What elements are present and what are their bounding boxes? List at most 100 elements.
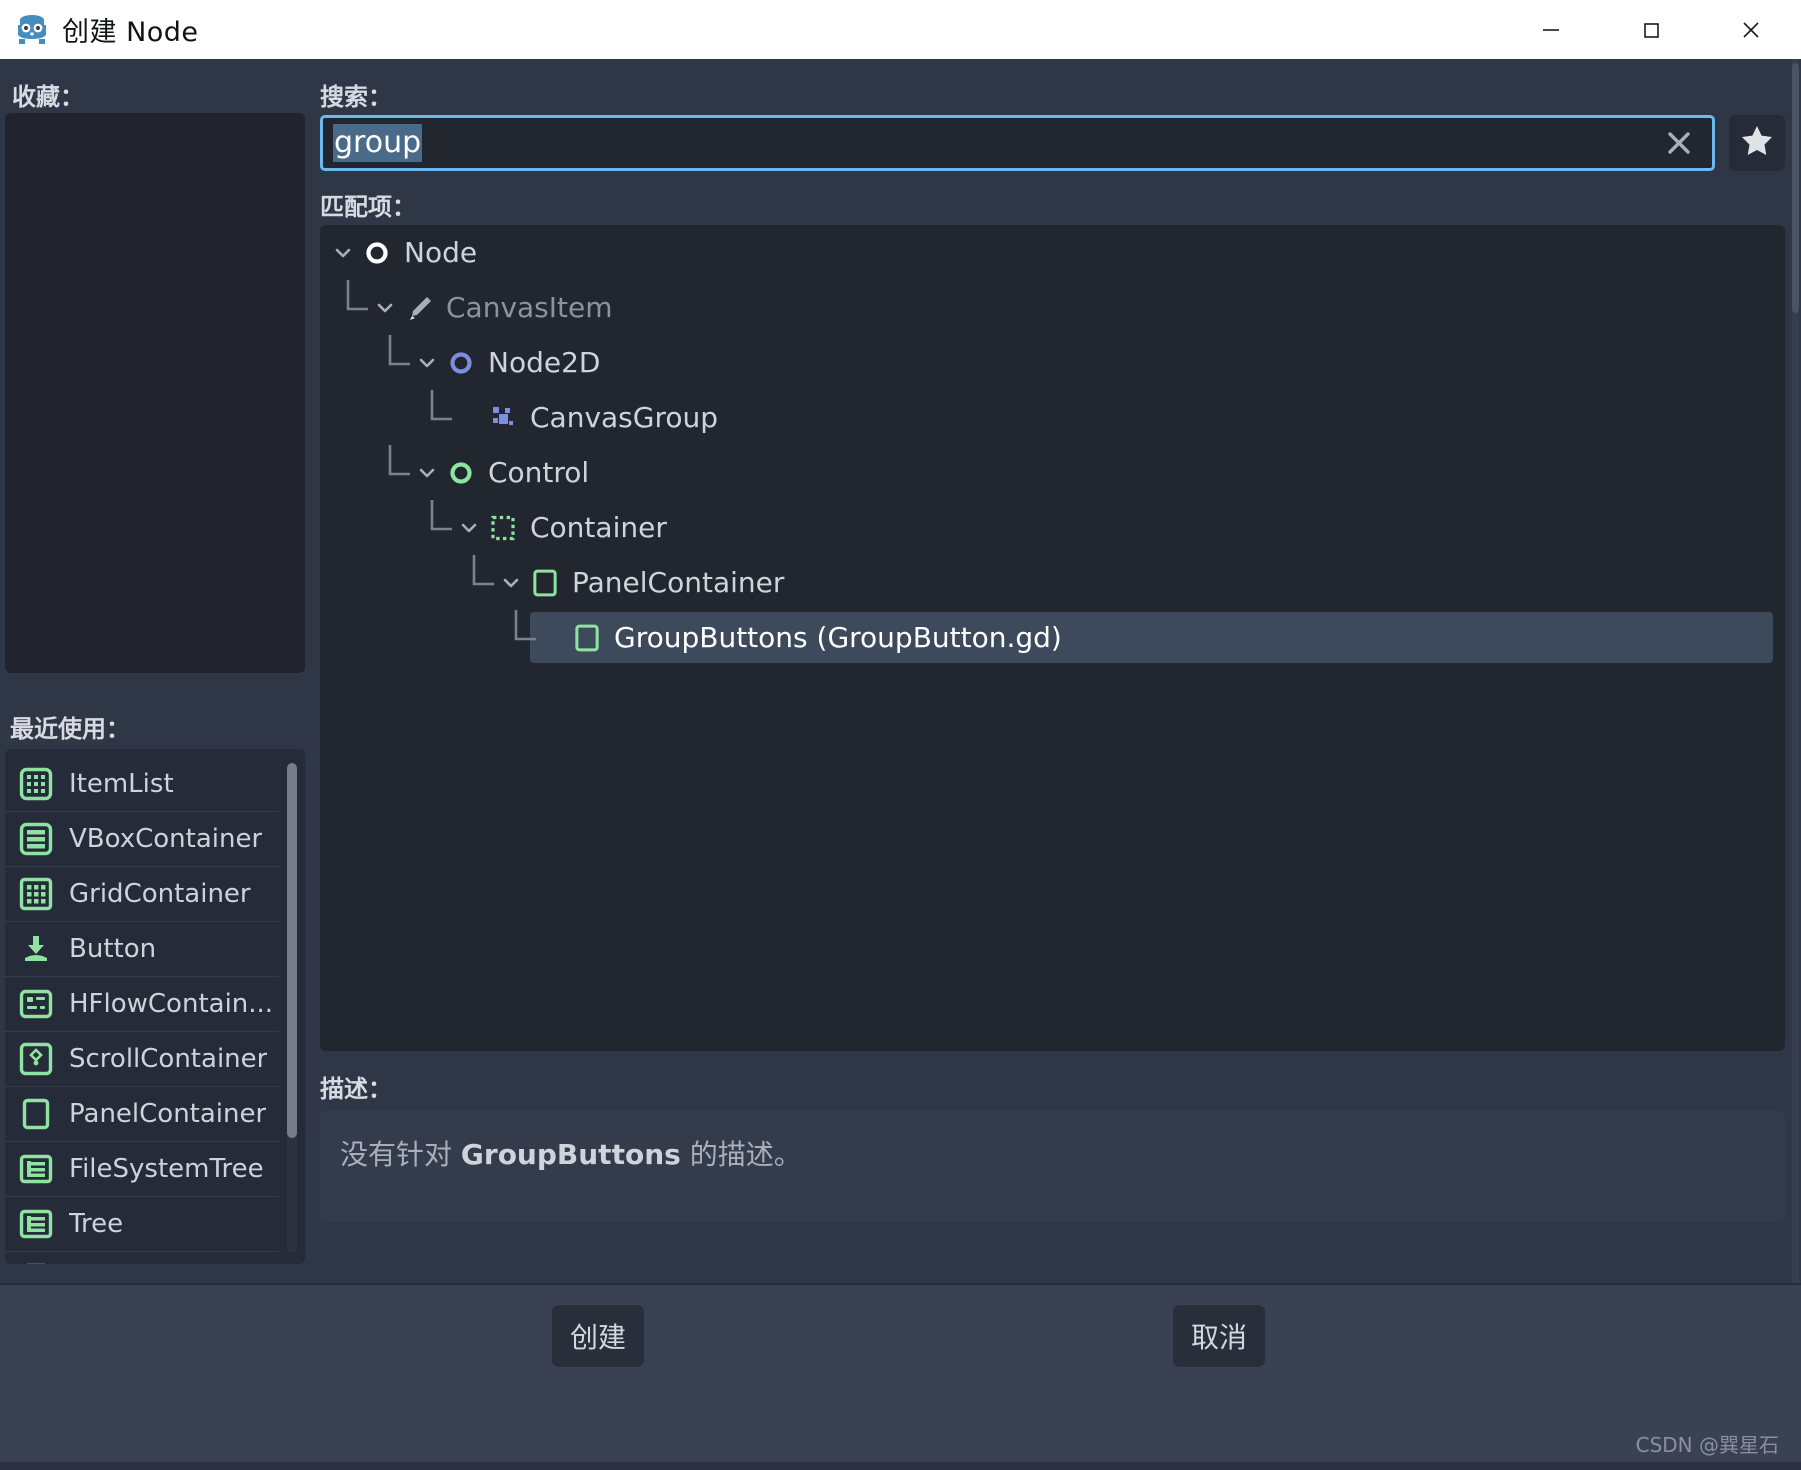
minimize-button[interactable]	[1501, 0, 1601, 59]
cancel-button[interactable]: 取消	[1173, 1305, 1265, 1367]
tree-item-label: PanelContainer	[572, 566, 785, 599]
vboxcontainer-icon	[19, 822, 53, 856]
search-row: group	[320, 115, 1785, 171]
list-item[interactable]: GridContainer	[5, 867, 279, 922]
tree-item[interactable]: CanvasItem	[320, 280, 1785, 335]
tree-item-label: GroupButtons (GroupButton.gd)	[614, 621, 1062, 654]
itemlist-icon	[19, 767, 53, 801]
window-bottom-edge	[0, 1462, 1801, 1470]
matches-label: 匹配项：	[320, 193, 416, 221]
window-title-bar: 创建 Node	[0, 0, 1801, 59]
godot-robot-icon	[16, 14, 48, 45]
recent-list-scrollbar[interactable]	[287, 763, 297, 1253]
recent-label: 最近使用：	[10, 715, 130, 743]
chevron-down-icon[interactable]	[414, 460, 440, 486]
chevron-down-icon[interactable]	[330, 240, 356, 266]
search-label: 搜索：	[320, 83, 392, 111]
list-item[interactable]: FileSystemTree	[5, 1142, 279, 1197]
scrollcontainer-icon	[19, 1042, 53, 1076]
chevron-down-icon[interactable]	[414, 350, 440, 376]
dialog-scrollbar-thumb[interactable]	[1792, 63, 1799, 313]
chevron-down-icon[interactable]	[456, 515, 482, 541]
node2d-circle-blue-icon	[446, 348, 476, 378]
tree-item-label: Node	[404, 236, 478, 269]
tree-icon	[19, 1207, 53, 1241]
list-item-label: GridContainer	[69, 879, 251, 909]
description-text: 没有针对 GroupButtons 的描述。	[340, 1133, 1765, 1173]
tree-item[interactable]: Control	[320, 445, 1785, 500]
panelcontainer-icon	[572, 623, 602, 653]
list-item[interactable]: PanelContainer	[5, 1087, 279, 1142]
tree-item-label: Container	[530, 511, 667, 544]
tree-item-selected[interactable]: GroupButtons (GroupButton.gd)	[320, 610, 1785, 665]
recent-list-scrollbar-thumb[interactable]	[287, 763, 297, 1138]
list-item[interactable]: ScrollContainer	[5, 1032, 279, 1087]
tree-item-label: CanvasItem	[446, 291, 613, 324]
tree-guide-line	[428, 500, 458, 555]
list-item-label: Tree	[69, 1209, 124, 1239]
create-node-dialog: 收藏： 最近使用： ItemList VBoxContainer GridConta…	[0, 59, 1801, 1470]
description-highlight: GroupButtons	[460, 1138, 681, 1171]
search-clear-icon[interactable]	[1664, 128, 1694, 158]
container-dashed-icon	[488, 513, 518, 543]
favorites-list[interactable]	[5, 113, 305, 673]
canvasitem-brush-icon	[404, 293, 434, 323]
list-item[interactable]: HFlowContain...	[5, 977, 279, 1032]
chevron-down-icon[interactable]	[498, 570, 524, 596]
create-button[interactable]: 创建	[552, 1305, 644, 1367]
tree-guide-line	[344, 280, 374, 335]
watermark: CSDN @巽星石	[1635, 1433, 1779, 1457]
description-box: 没有针对 GroupButtons 的描述。	[320, 1111, 1785, 1221]
tree-item-label: Control	[488, 456, 590, 489]
list-item[interactable]: Button	[5, 922, 279, 977]
tree-item[interactable]: Node2D	[320, 335, 1785, 390]
description-label: 描述：	[320, 1075, 392, 1103]
description-prefix: 没有针对	[340, 1138, 461, 1171]
list-item-label: ScrollContainer	[69, 1044, 268, 1074]
maximize-button[interactable]	[1601, 0, 1701, 59]
list-item-label: HFlowContain...	[69, 989, 274, 1019]
matches-tree[interactable]: Node CanvasItem Node2D CanvasGroup Control Co…	[320, 225, 1785, 1051]
panelcontainer-icon	[19, 1262, 53, 1264]
panelcontainer-icon	[19, 1097, 53, 1131]
tree-icon	[19, 1152, 53, 1186]
list-item[interactable]: Tree	[5, 1197, 279, 1252]
panelcontainer-icon	[530, 568, 560, 598]
title-left-group: 创建 Node	[0, 10, 199, 49]
tree-item[interactable]: CanvasGroup	[320, 390, 1785, 445]
tree-guide-line	[512, 610, 542, 665]
search-input[interactable]: group	[320, 115, 1715, 171]
window-title: 创建 Node	[62, 17, 199, 48]
chevron-down-icon[interactable]	[372, 295, 398, 321]
tree-item[interactable]: Container	[320, 500, 1785, 555]
gridcontainer-icon	[19, 877, 53, 911]
list-item[interactable]: ItemList	[5, 757, 279, 812]
tree-guide-line	[386, 335, 416, 390]
hflowcontainer-icon	[19, 987, 53, 1021]
button-icon	[19, 932, 53, 966]
dialog-scrollbar[interactable]	[1789, 59, 1801, 1470]
tree-item-label: CanvasGroup	[530, 401, 719, 434]
list-item-label: FileSystemTree	[69, 1154, 264, 1184]
recent-list[interactable]: ItemList VBoxContainer GridContainer Button…	[5, 749, 305, 1264]
tree-item[interactable]: PanelContainer	[320, 555, 1785, 610]
list-item-label: PanelContainer	[69, 1099, 267, 1129]
list-item-label: Button	[69, 934, 157, 964]
close-button[interactable]	[1701, 0, 1801, 59]
star-icon	[1740, 124, 1774, 162]
tree-guide-line	[428, 390, 458, 445]
tree-item[interactable]: Node	[320, 225, 1785, 280]
tree-twisty-empty	[456, 405, 482, 431]
tree-twisty-empty	[540, 625, 566, 651]
list-item[interactable]: VBoxContainer	[5, 812, 279, 867]
right-column: 搜索： group 匹配项： Node CanvasItem Node2D Ca…	[320, 59, 1785, 1470]
tree-guide-line	[470, 555, 500, 610]
search-input-value: group	[333, 124, 423, 162]
list-item[interactable]: BasicCard	[5, 1252, 279, 1264]
tree-guide-line	[386, 445, 416, 500]
tree-item[interactable]: GroupButtons (GroupButton.gd)	[320, 610, 1785, 665]
left-column: 收藏： 最近使用： ItemList VBoxContainer GridConta…	[0, 59, 312, 1379]
description-suffix: 的描述。	[680, 1138, 802, 1171]
favorite-toggle-button[interactable]	[1729, 115, 1785, 171]
window-controls	[1501, 0, 1801, 59]
